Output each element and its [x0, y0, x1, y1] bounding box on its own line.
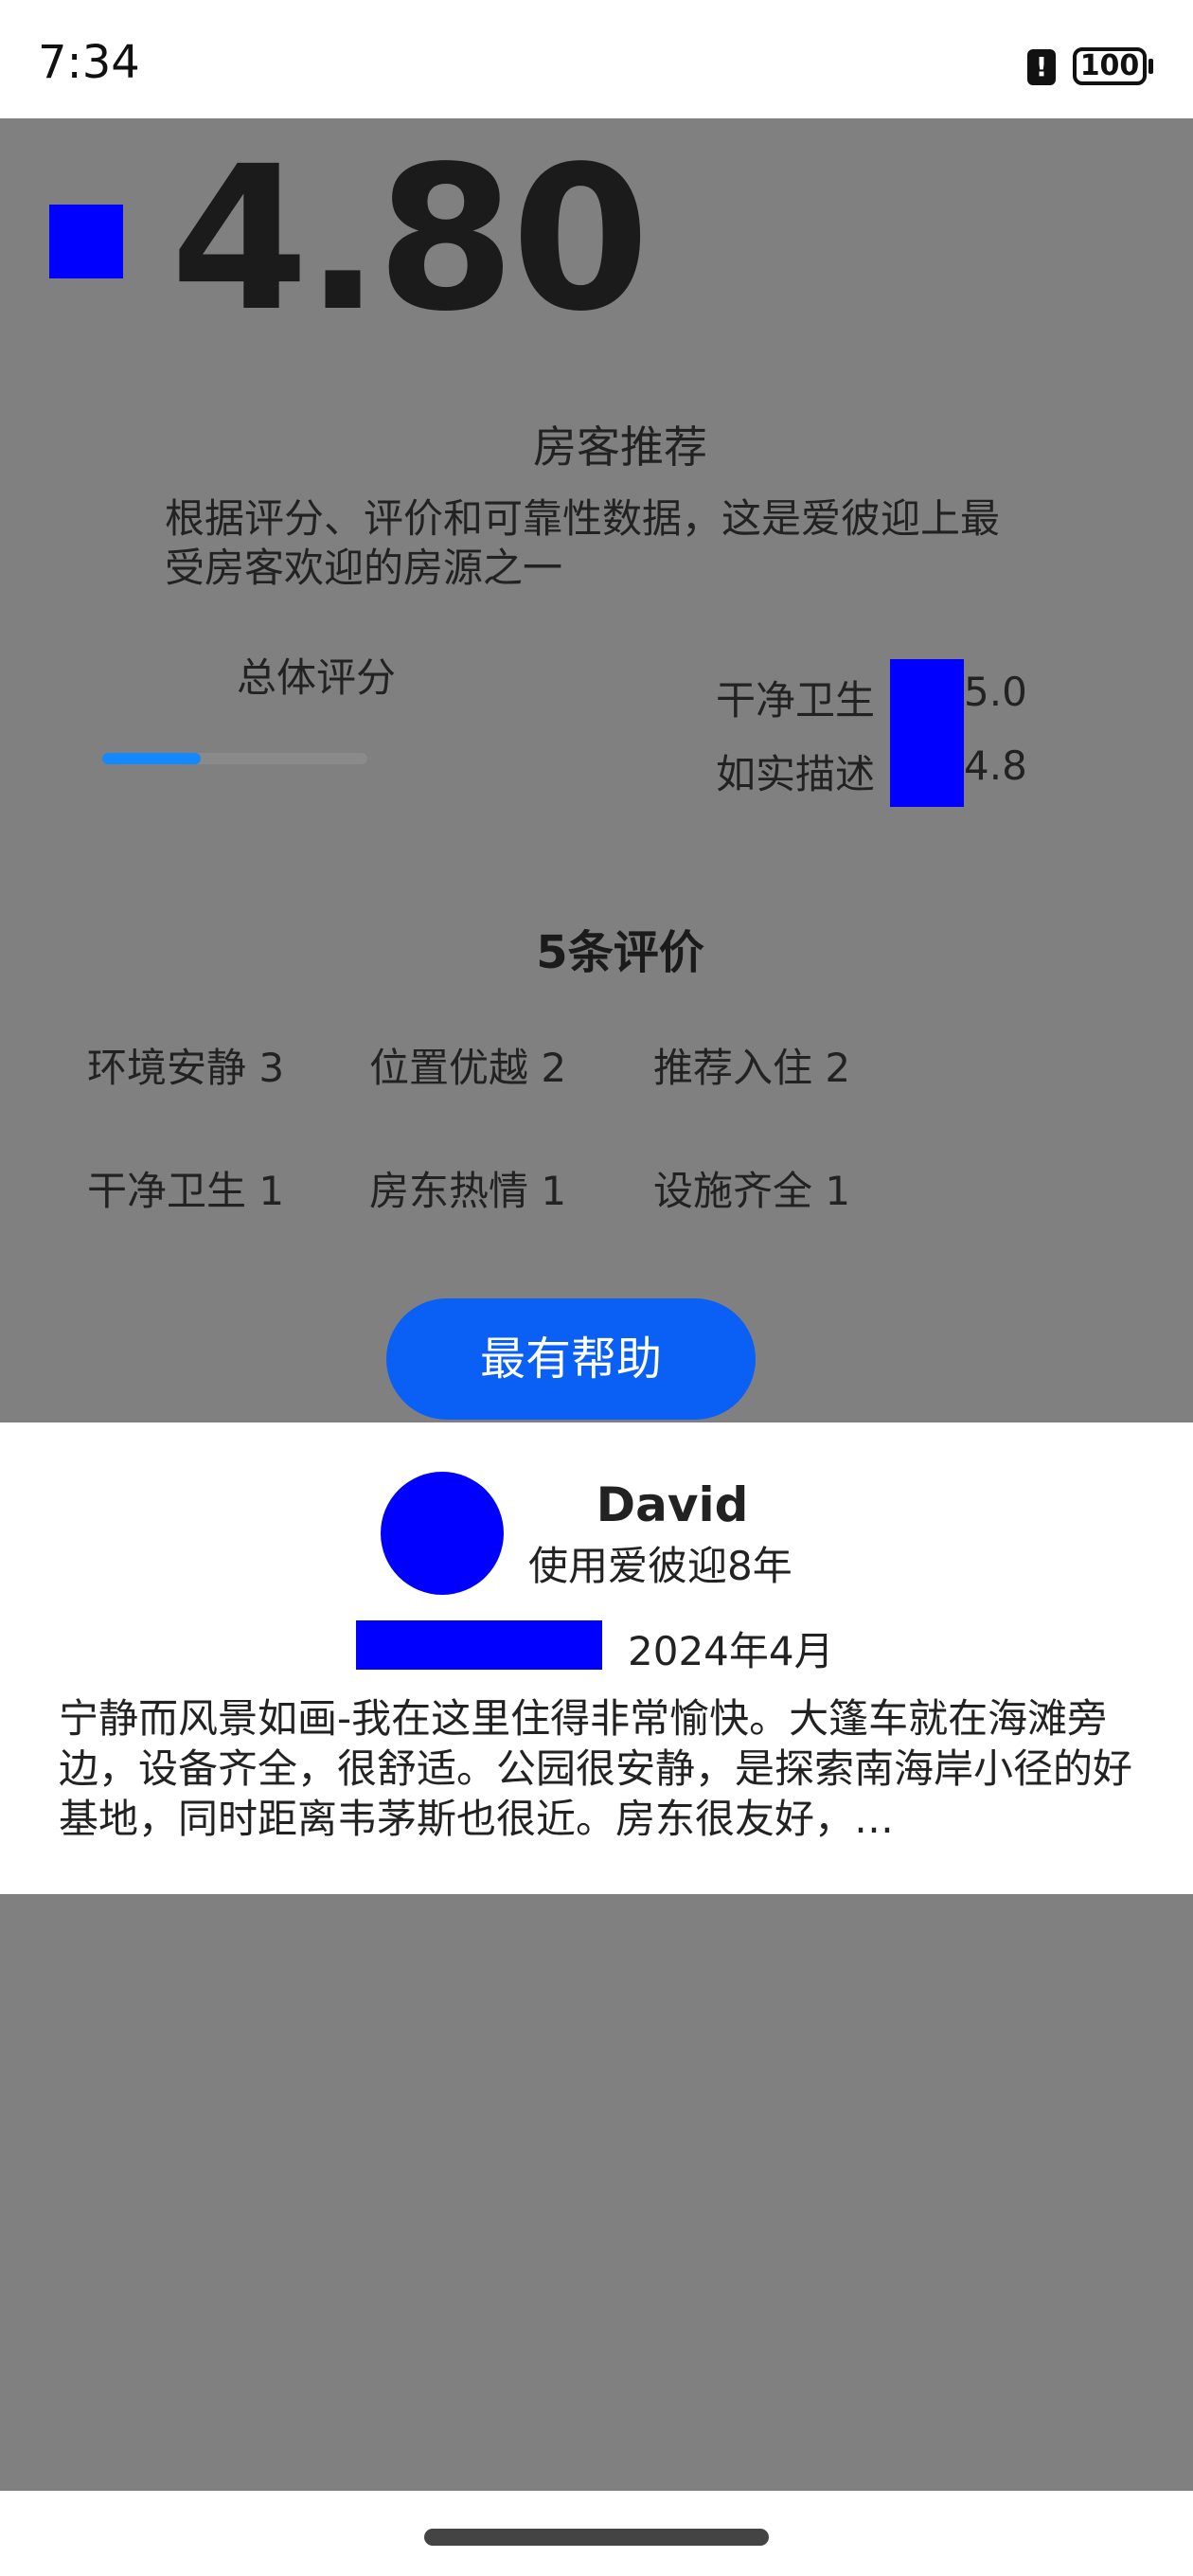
rating-laurel-icon [49, 205, 123, 278]
dimmed-background-lower [0, 1894, 1193, 2491]
review-tag[interactable]: 位置优越 2 [369, 1036, 566, 1094]
status-time: 7:34 [38, 36, 140, 89]
review-tag[interactable]: 设施齐全 1 [653, 1159, 850, 1217]
overall-rating: 4.80 [170, 123, 650, 355]
review-tag[interactable]: 推荐入住 2 [653, 1036, 850, 1094]
review-text: 宁静而风景如画-我在这里住得非常愉快。大篷车就在海滩旁边，设备齐全，很舒适。公园… [59, 1695, 1133, 1842]
battery-icon: 100 [1073, 47, 1147, 85]
sub-rating-accuracy-value: 4.8 [964, 742, 1027, 789]
reviews-count: 5条评价 [536, 926, 704, 979]
reviewer-tenure: 使用爱彼迎8年 [528, 1543, 792, 1589]
avatar[interactable] [381, 1472, 504, 1595]
guest-favorite-description: 根据评分、评价和可靠性数据，这是爱彼迎上最受房客欢迎的房源之一 [165, 495, 1001, 591]
home-indicator[interactable] [424, 2529, 769, 2546]
overall-rating-progress [102, 753, 201, 764]
overall-rating-label: 总体评分 [237, 654, 397, 701]
guest-favorite-title: 房客推荐 [533, 421, 707, 473]
sub-rating-cleanliness-value: 5.0 [964, 669, 1027, 715]
review-tag[interactable]: 房东热情 1 [369, 1159, 566, 1217]
status-bar [0, 0, 1193, 118]
sub-rating-accuracy-label: 如实描述 [716, 751, 876, 797]
sub-rating-cleanliness-label: 干净卫生 [716, 677, 876, 724]
alert-icon: ! [1027, 49, 1056, 85]
reviewer-name: David [596, 1477, 749, 1532]
review-date: 2024年4月 [628, 1628, 834, 1674]
review-tag[interactable]: 环境安静 3 [87, 1036, 284, 1094]
battery-tip [1148, 59, 1153, 74]
sub-rating-icons [890, 659, 964, 807]
review-stars-icon [356, 1620, 602, 1670]
sort-most-helpful-button[interactable]: 最有帮助 [386, 1298, 756, 1420]
review-tag[interactable]: 干净卫生 1 [87, 1159, 284, 1217]
